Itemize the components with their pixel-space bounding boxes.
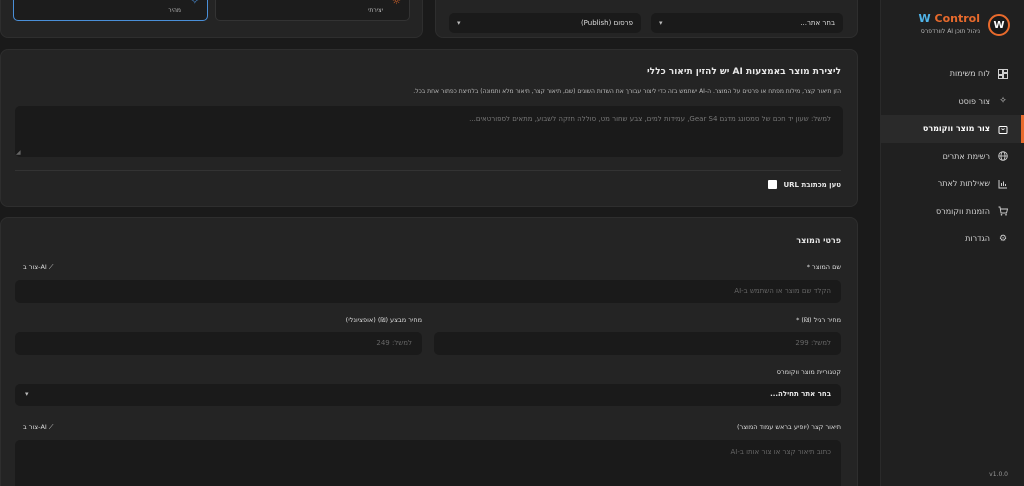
globe-icon bbox=[998, 151, 1008, 162]
sidebar-nav: לוח משימות ✧ צור פוסט צור מוצר ווקומרס ר… bbox=[880, 60, 1024, 253]
brand-subtitle: ניהול תוכן AI לוורדפרס bbox=[920, 28, 980, 35]
ai-section-description: הזן תיאור קצר, מילות מפתח או פרטים על המ… bbox=[413, 88, 841, 95]
version-label: v1.0.0 bbox=[989, 471, 1008, 478]
product-name-placeholder: הקלד שם מוצר או השתמש ב-AI bbox=[734, 287, 831, 295]
sidebar-item-create-post[interactable]: ✧ צור פוסט bbox=[880, 88, 1024, 116]
brand-control: Control bbox=[934, 12, 980, 25]
chevron-down-icon: ▾ bbox=[659, 19, 663, 27]
divider bbox=[15, 170, 841, 171]
ai-description-placeholder: למשל: שעון יד חכם של סמסונג מדגם Gear S4… bbox=[469, 115, 831, 123]
regular-price-label: מחיר רגיל (₪) * bbox=[796, 316, 841, 324]
brain-icon: ☼ bbox=[392, 0, 401, 7]
ai-create-name-label: צור ב-AI bbox=[23, 263, 47, 271]
main-content: בחר אתר... ▾ פרסום (Publish) ▾ ✧ מהיר ☼ … bbox=[0, 0, 880, 486]
magic-wand-icon: ⟋ bbox=[48, 423, 54, 431]
resize-handle-icon[interactable]: ◢ bbox=[16, 149, 21, 156]
sparkles-icon: ✧ bbox=[190, 0, 199, 7]
mode-card: ✧ מהיר ☼ יצירתי bbox=[0, 0, 423, 38]
sidebar-item-queries[interactable]: שאילתות לאתר bbox=[880, 170, 1024, 198]
product-name-input[interactable]: הקלד שם מוצר או השתמש ב-AI bbox=[15, 280, 841, 303]
sidebar-item-create-product[interactable]: צור מוצר ווקומרס bbox=[880, 115, 1024, 143]
category-select[interactable]: בחר אתר תחילה... ▾ bbox=[15, 384, 841, 406]
sidebar-item-sites[interactable]: רשימת אתרים bbox=[880, 143, 1024, 171]
short-description-textarea[interactable]: כתוב תיאור קצר או צור אותו ב-AI bbox=[15, 440, 841, 486]
mode-creative-label: יצירתי bbox=[368, 7, 383, 14]
sidebar-item-settings[interactable]: ⚙ הגדרות bbox=[880, 225, 1024, 253]
mode-fast-button[interactable]: ✧ מהיר bbox=[13, 0, 208, 21]
chevron-down-icon: ▾ bbox=[25, 390, 29, 398]
site-select-value: בחר אתר... bbox=[800, 19, 835, 27]
mode-fast-label: מהיר bbox=[168, 7, 181, 14]
gear-icon: ⚙ bbox=[998, 233, 1008, 244]
regular-price-input[interactable]: למשל: 299 bbox=[434, 332, 841, 355]
sidebar-item-label: רשימת אתרים bbox=[942, 151, 990, 161]
category-label: קטגוריית מוצר ווקומרס bbox=[776, 368, 841, 376]
ai-description-card: ליצירת מוצר באמצעות AI יש להזין תיאור כל… bbox=[0, 49, 858, 207]
logo: W bbox=[988, 14, 1010, 36]
short-description-label: תיאור קצר (יופיע בראש עמוד המוצר) bbox=[737, 423, 841, 431]
sidebar-item-label: הגדרות bbox=[965, 234, 990, 244]
sale-price-label: מחיר מבצע (₪) (אופציונלי) bbox=[345, 316, 422, 324]
product-details-card: פרטי המוצר שם המוצר * צור ב-AI ⟋ הקלד שם… bbox=[0, 217, 858, 486]
sale-price-input[interactable]: למשל: 249 bbox=[15, 332, 422, 355]
ai-description-textarea[interactable]: למשל: שעון יד חכם של סמסונג מדגם Gear S4… bbox=[15, 106, 843, 157]
sparkles-icon: ✧ bbox=[999, 96, 1007, 107]
dashboard-icon bbox=[998, 68, 1008, 79]
sidebar-item-orders[interactable]: הזמנות ווקומרס bbox=[880, 198, 1024, 226]
chevron-down-icon: ▾ bbox=[457, 19, 461, 27]
regular-price-placeholder: למשל: 299 bbox=[795, 339, 831, 347]
site-select[interactable]: בחר אתר... ▾ bbox=[651, 13, 843, 33]
sidebar-item-label: שאילתות לאתר bbox=[937, 179, 990, 189]
load-from-url-toggle[interactable]: טען מכתובת URL bbox=[768, 180, 841, 189]
product-section-title: פרטי המוצר bbox=[796, 236, 841, 245]
ai-create-name-button[interactable]: צור ב-AI ⟋ bbox=[23, 263, 53, 272]
category-select-value: בחר אתר תחילה... bbox=[770, 390, 831, 398]
ai-section-title: ליצירת מוצר באמצעות AI יש להזין תיאור כל… bbox=[647, 67, 841, 77]
brand[interactable]: W W Control ניהול תוכן AI לוורדפרס bbox=[890, 12, 1010, 40]
sidebar-item-label: הזמנות ווקומרס bbox=[936, 206, 990, 216]
settings-card: בחר אתר... ▾ פרסום (Publish) ▾ bbox=[435, 0, 858, 38]
ai-create-short-description-label: צור ב-AI bbox=[23, 423, 47, 431]
magic-wand-icon: ⟋ bbox=[48, 263, 54, 271]
status-select[interactable]: פרסום (Publish) ▾ bbox=[449, 13, 641, 33]
sidebar-item-label: לוח משימות bbox=[949, 69, 990, 79]
shopping-bag-icon bbox=[998, 124, 1008, 134]
load-from-url-label: טען מכתובת URL bbox=[783, 180, 841, 189]
cart-icon bbox=[998, 206, 1008, 216]
sidebar-item-label: צור פוסט bbox=[958, 96, 990, 106]
product-name-label: שם המוצר * bbox=[806, 263, 841, 271]
mode-creative-button[interactable]: ☼ יצירתי bbox=[215, 0, 410, 21]
sidebar-item-label: צור מוצר ווקומרס bbox=[922, 124, 990, 134]
brand-w: W bbox=[918, 12, 931, 25]
status-select-value: פרסום (Publish) bbox=[580, 19, 633, 27]
ai-create-short-description-button[interactable]: צור ב-AI ⟋ bbox=[23, 423, 53, 432]
chart-icon bbox=[998, 179, 1008, 189]
sidebar-item-dashboard[interactable]: לוח משימות bbox=[880, 60, 1024, 88]
brand-title: W Control bbox=[919, 12, 980, 25]
sale-price-placeholder: למשל: 249 bbox=[376, 339, 412, 347]
load-from-url-checkbox[interactable] bbox=[768, 180, 778, 189]
sidebar: W W Control ניהול תוכן AI לוורדפרס לוח מ… bbox=[880, 0, 1024, 486]
short-description-placeholder: כתוב תיאור קצר או צור אותו ב-AI bbox=[730, 448, 831, 456]
